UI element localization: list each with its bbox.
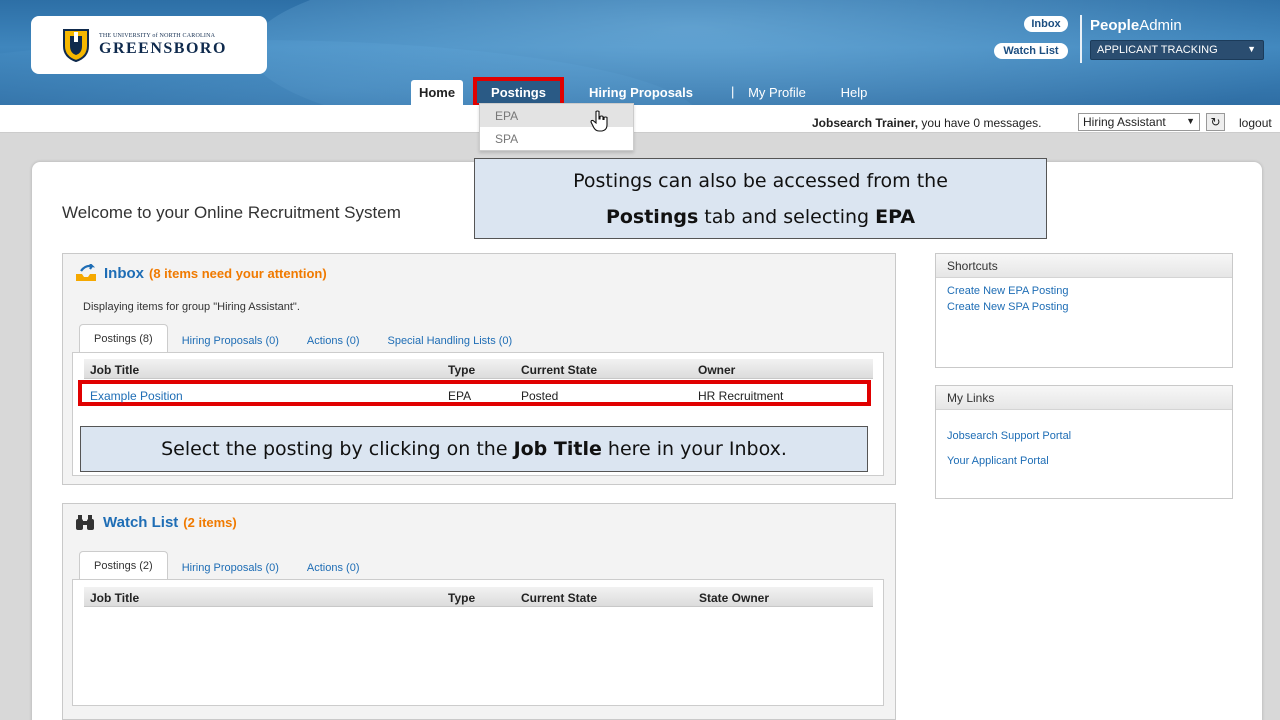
- role-selector[interactable]: Hiring Assistant ▼: [1078, 113, 1200, 131]
- tab-help[interactable]: Help: [833, 80, 875, 105]
- inbox-job-title-callout: Select the posting by clicking on the Jo…: [80, 426, 868, 472]
- university-logo[interactable]: THE UNIVERSITY of NORTH CAROLINA GREENSB…: [31, 16, 267, 74]
- create-spa-posting-link[interactable]: Create New SPA Posting: [947, 301, 1068, 313]
- create-epa-posting-link[interactable]: Create New EPA Posting: [947, 285, 1068, 297]
- peopleadmin-brand: PeopleAdmin: [1090, 17, 1182, 34]
- column-type[interactable]: Type: [448, 591, 475, 605]
- row-owner: HR Recruitment: [698, 389, 784, 403]
- caret-down-icon: ▼: [1247, 44, 1256, 54]
- inbox-grid-header: Job Title Type Current State Owner: [84, 359, 873, 379]
- inbox-title: Inbox (8 items need your attention): [75, 264, 327, 282]
- shortcuts-panel: Shortcuts Create New EPA Posting Create …: [935, 253, 1233, 368]
- inbox-count: (8 items need your attention): [149, 265, 327, 281]
- inbox-tab-postings[interactable]: Postings (8): [79, 324, 168, 353]
- column-job-title[interactable]: Job Title: [90, 591, 139, 605]
- watchlist-tab-hiring-proposals[interactable]: Hiring Proposals (0): [168, 556, 293, 580]
- table-row: Example Position EPA Posted HR Recruitme…: [78, 380, 871, 406]
- inbox-tabs: Postings (8) Hiring Proposals (0) Action…: [79, 324, 526, 353]
- role-selector-value: Hiring Assistant: [1083, 115, 1166, 129]
- group-display-text: Displaying items for group "Hiring Assis…: [83, 301, 300, 313]
- column-current-state[interactable]: Current State: [521, 363, 597, 377]
- applicant-portal-link[interactable]: Your Applicant Portal: [947, 455, 1049, 467]
- postings-tab-callout: Postings can also be accessed from the P…: [474, 158, 1047, 239]
- my-links-title: My Links: [936, 386, 1232, 410]
- user-bar: Jobsearch Trainer, you have 0 messages. …: [0, 105, 1280, 133]
- tab-hiring-proposals[interactable]: Hiring Proposals: [576, 80, 706, 105]
- tab-home[interactable]: Home: [411, 80, 463, 105]
- tab-my-profile[interactable]: My Profile: [741, 80, 813, 105]
- watchlist-tab-postings[interactable]: Postings (2): [79, 551, 168, 580]
- job-title-link[interactable]: Example Position: [90, 389, 183, 403]
- logout-link[interactable]: logout: [1239, 116, 1272, 130]
- watch-list-button[interactable]: Watch List: [994, 43, 1068, 59]
- watchlist-count: (2 items): [183, 515, 237, 530]
- my-links-panel: My Links Jobsearch Support Portal Your A…: [935, 385, 1233, 499]
- binoculars-icon: [76, 515, 94, 530]
- menu-item-epa[interactable]: EPA: [480, 104, 633, 127]
- watchlist-grid-header: Job Title Type Current State State Owner: [84, 587, 873, 607]
- row-type: EPA: [448, 389, 472, 403]
- header-divider: [1080, 15, 1082, 63]
- inbox-button[interactable]: Inbox: [1024, 16, 1068, 32]
- shield-icon: [63, 28, 89, 63]
- column-type[interactable]: Type: [448, 363, 475, 377]
- watchlist-tabs: Postings (2) Hiring Proposals (0) Action…: [79, 551, 373, 580]
- column-job-title[interactable]: Job Title: [90, 363, 139, 377]
- page-title: Welcome to your Online Recruitment Syste…: [62, 203, 401, 222]
- support-portal-link[interactable]: Jobsearch Support Portal: [947, 430, 1071, 442]
- nav-separator: |: [731, 84, 735, 99]
- hand-cursor-icon: [590, 110, 610, 132]
- shortcuts-title: Shortcuts: [936, 254, 1232, 278]
- application-selector-value: APPLICANT TRACKING: [1097, 44, 1218, 56]
- watchlist-title: Watch List (2 items): [75, 514, 237, 531]
- postings-dropdown-menu: EPA SPA: [479, 103, 634, 151]
- logo-big-text: GREENSBORO: [99, 40, 227, 57]
- watchlist-tab-actions[interactable]: Actions (0): [293, 556, 374, 580]
- user-greeting: Jobsearch Trainer, you have 0 messages.: [812, 116, 1042, 130]
- column-owner[interactable]: Owner: [698, 363, 735, 377]
- logo-small-text: THE UNIVERSITY of NORTH CAROLINA: [99, 33, 216, 39]
- application-selector[interactable]: APPLICANT TRACKING ▼: [1090, 40, 1264, 60]
- row-state: Posted: [521, 389, 559, 403]
- column-state-owner[interactable]: State Owner: [699, 591, 769, 605]
- refresh-icon[interactable]: ↻: [1206, 113, 1225, 131]
- inbox-icon: [76, 264, 96, 281]
- column-current-state[interactable]: Current State: [521, 591, 597, 605]
- inbox-tab-special-handling[interactable]: Special Handling Lists (0): [373, 329, 526, 353]
- caret-down-icon: ▼: [1186, 116, 1195, 126]
- inbox-tab-hiring-proposals[interactable]: Hiring Proposals (0): [168, 329, 293, 353]
- menu-item-spa[interactable]: SPA: [480, 127, 633, 150]
- inbox-tab-actions[interactable]: Actions (0): [293, 329, 374, 353]
